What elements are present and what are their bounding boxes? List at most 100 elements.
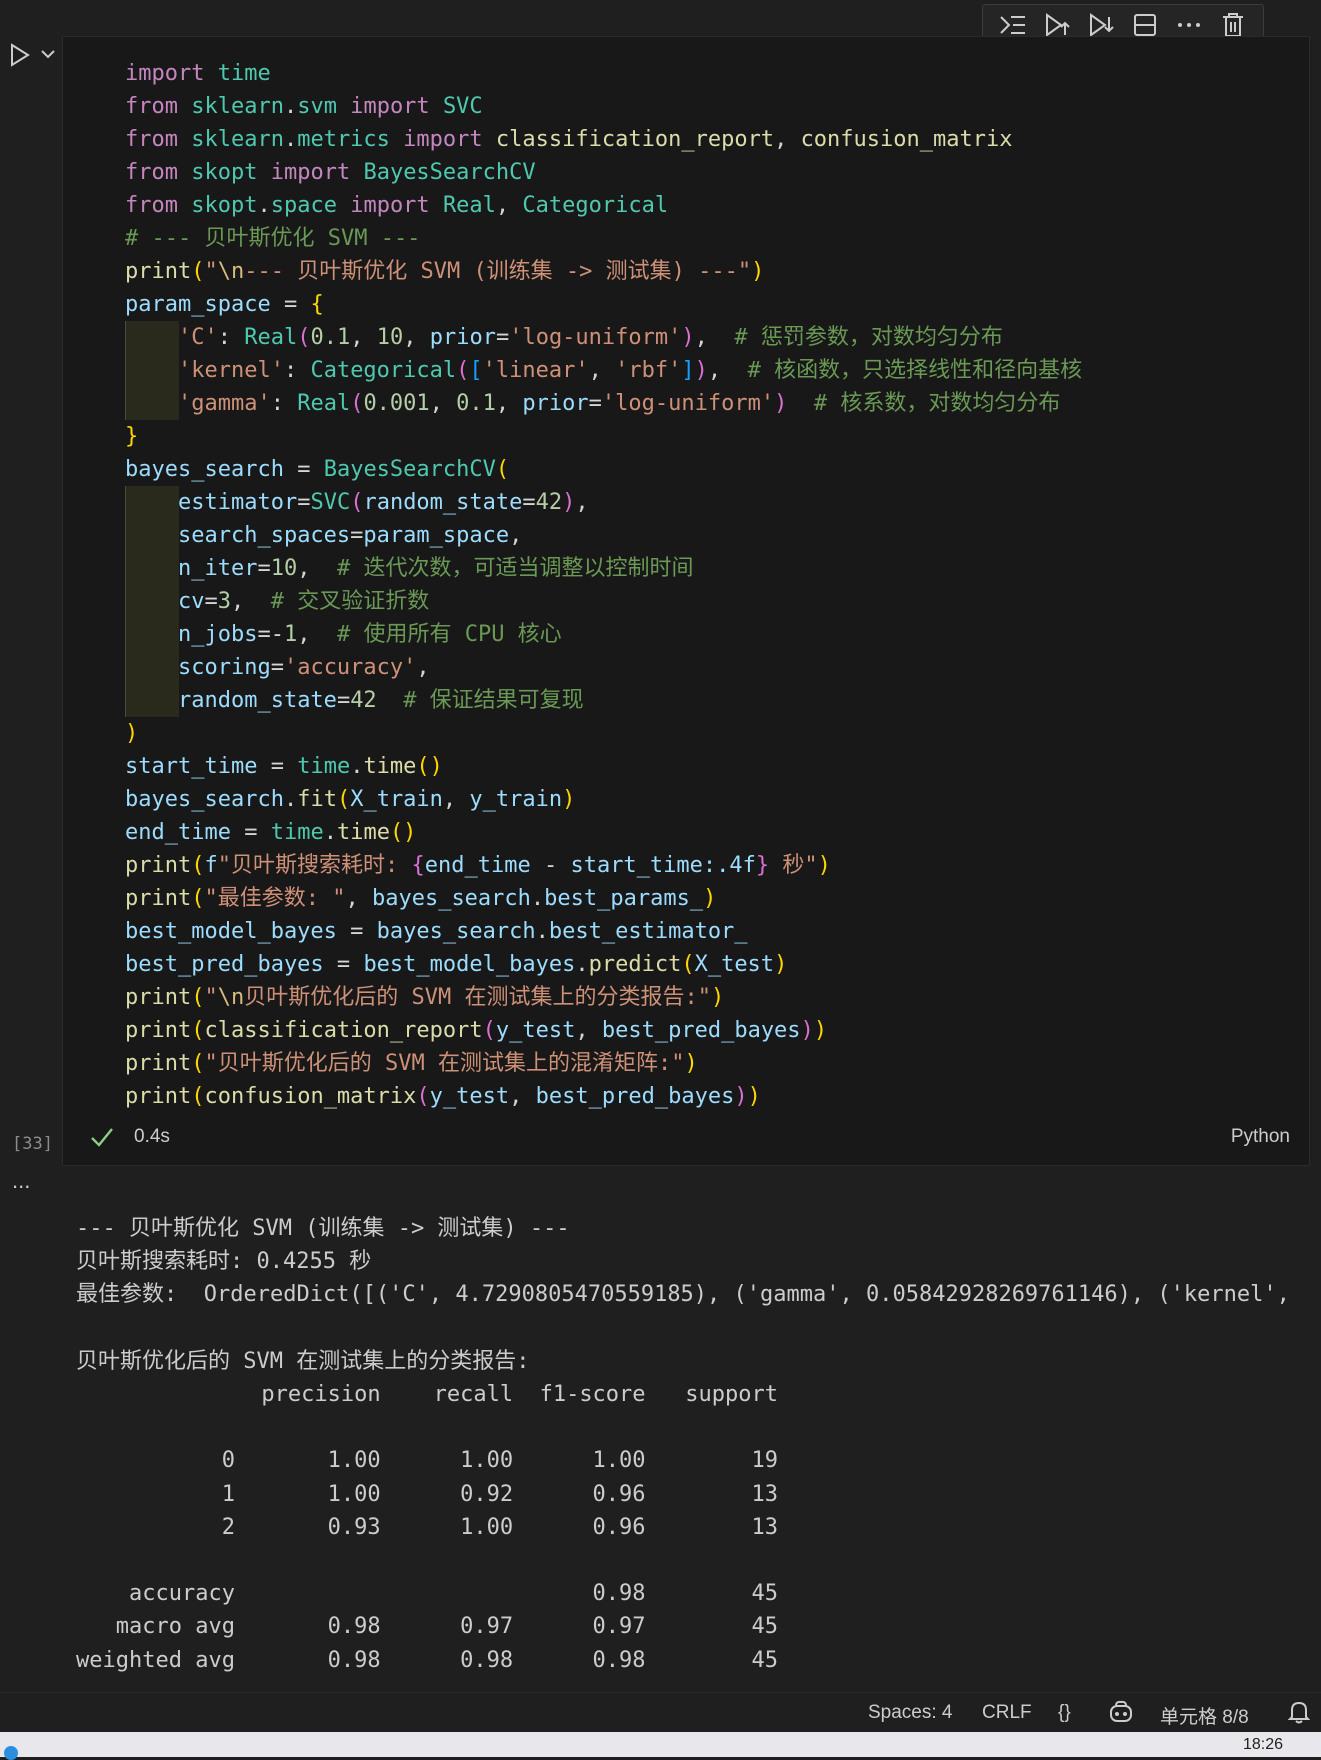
code-token: # --- 贝叶斯优化 SVM ---	[125, 226, 421, 251]
cell-status-row: 0.4s Python	[62, 1114, 1310, 1158]
code-line[interactable]: estimator=SVC(random_state=42),	[125, 486, 589, 519]
code-token: print	[125, 1018, 192, 1043]
code-token: 贝叶斯优化后的 SVM 在测试集上的分类报告:"	[244, 985, 711, 1010]
kernel-language-button[interactable]: Python	[1231, 1126, 1290, 1148]
code-line[interactable]: print("\n贝叶斯优化后的 SVM 在测试集上的分类报告:")	[125, 981, 724, 1014]
code-line[interactable]: end_time = time.time()	[125, 816, 416, 849]
output-line: 贝叶斯优化后的 SVM 在测试集上的分类报告:	[76, 1349, 530, 1374]
code-token: ,	[350, 325, 377, 350]
code-token: ,	[509, 523, 523, 548]
line-ending-status[interactable]: CRLF	[982, 1702, 1032, 1724]
code-line[interactable]: from sklearn.metrics import classificati…	[125, 123, 1012, 156]
code-token: (	[297, 325, 311, 350]
code-token: =	[297, 490, 311, 515]
code-line[interactable]: from sklearn.svm import SVC	[125, 90, 483, 123]
code-token: =	[336, 919, 377, 944]
code-token: )	[684, 1051, 698, 1076]
code-line[interactable]: bayes_search = BayesSearchCV(	[125, 453, 509, 486]
os-taskbar: 18:26	[0, 1732, 1321, 1760]
execute-above-icon	[1046, 13, 1070, 37]
code-line[interactable]: random_state=42 # 保证结果可复现	[125, 684, 584, 717]
code-token: time	[363, 754, 417, 779]
code-token: ,	[575, 1018, 602, 1043]
cell-position-status[interactable]: 单元格 8/8	[1160, 1702, 1249, 1729]
code-token: ,	[345, 886, 372, 911]
code-line[interactable]: best_pred_bayes = best_model_bayes.predi…	[125, 948, 787, 981]
notifications-button[interactable]	[1287, 1700, 1311, 1730]
code-line[interactable]: print("\n--- 贝叶斯优化 SVM (训练集 -> 测试集) ---"…	[125, 255, 764, 288]
code-token: from	[125, 127, 178, 152]
code-token: time	[217, 61, 271, 86]
code-token: 0.001	[363, 391, 430, 416]
code-token: SVC	[310, 490, 351, 515]
start-icon[interactable]	[4, 1746, 18, 1760]
code-line[interactable]: print("最佳参数: ", bayes_search.best_params…	[125, 882, 716, 915]
code-line[interactable]: scoring='accuracy',	[125, 651, 430, 684]
code-token: 0.1	[456, 391, 496, 416]
code-line[interactable]: start_time = time.time()	[125, 750, 443, 783]
output-menu-button[interactable]: ...	[12, 1170, 42, 1196]
code-line[interactable]: bayes_search.fit(X_train, y_train)	[125, 783, 575, 816]
code-token: from	[125, 94, 178, 119]
code-token: (	[681, 952, 695, 977]
code-cell[interactable]: import time from sklearn.svm import SVC fr…	[62, 36, 1310, 1166]
code-line[interactable]: 'kernel': Categorical(['linear', 'rbf'])…	[125, 354, 1082, 387]
code-line[interactable]: print("贝叶斯优化后的 SVM 在测试集上的混淆矩阵:")	[125, 1047, 698, 1080]
code-token: ,	[774, 127, 801, 152]
code-line[interactable]: 'C': Real(0.1, 10, prior='log-uniform'),…	[125, 321, 1003, 354]
indentation-status[interactable]: Spaces: 4	[868, 1702, 953, 1724]
code-line[interactable]: from skopt import BayesSearchCV	[125, 156, 536, 189]
code-token: from	[125, 160, 178, 185]
output-line: --- 贝叶斯优化 SVM (训练集 -> 测试集) ---	[76, 1216, 570, 1241]
code-token: (	[336, 787, 351, 812]
code-token: 42	[535, 490, 563, 515]
code-line[interactable]: best_model_bayes = bayes_search.best_est…	[125, 915, 748, 948]
code-token: svm	[297, 94, 337, 119]
code-token: prior	[522, 391, 589, 416]
code-token: best_estimator_	[548, 919, 748, 944]
code-token: =	[336, 688, 351, 713]
code-line[interactable]: search_spaces=param_space,	[125, 519, 522, 552]
copilot-icon	[1110, 1700, 1132, 1722]
code-line[interactable]: 'gamma': Real(0.001, 0.1, prior='log-uni…	[125, 387, 1060, 420]
code-token: )	[562, 787, 576, 812]
code-token: Categorical	[310, 358, 457, 383]
code-line[interactable]: from skopt.space import Real, Categorica…	[125, 189, 668, 222]
language-status-braces[interactable]: {}	[1058, 1702, 1071, 1724]
code-token: )	[774, 952, 788, 977]
code-line[interactable]: print(confusion_matrix(y_test, best_pred…	[125, 1080, 761, 1113]
code-token: .	[283, 127, 298, 152]
code-line[interactable]: n_iter=10, # 迭代次数，可适当调整以控制时间	[125, 552, 693, 585]
output-line: 0 1.00 1.00 1.00 19	[76, 1448, 778, 1473]
code-token: =	[204, 589, 218, 614]
copilot-button[interactable]	[1108, 1700, 1134, 1730]
code-token: (	[191, 1051, 205, 1076]
code-token: f	[204, 853, 218, 878]
code-token: 'gamma'	[177, 391, 271, 416]
code-token: time	[297, 754, 351, 779]
code-line[interactable]: cv=3, # 交叉验证折数	[125, 585, 429, 618]
code-line[interactable]: }	[125, 420, 138, 453]
code-line[interactable]: n_jobs=-1, # 使用所有 CPU 核心	[125, 618, 562, 651]
code-line[interactable]: import time	[125, 57, 271, 90]
run-options-chevron[interactable]	[38, 44, 58, 64]
output-line: 2 0.93 1.00 0.96 13	[76, 1515, 778, 1540]
code-line[interactable]: print(f"贝叶斯搜索耗时: {end_time - start_time:…	[125, 849, 831, 882]
code-line[interactable]: # --- 贝叶斯优化 SVM ---	[125, 222, 420, 255]
execution-time: 0.4s	[134, 1126, 170, 1147]
code-token: :	[217, 325, 245, 350]
code-line[interactable]: )	[125, 717, 138, 750]
run-cell-button[interactable]	[8, 40, 34, 70]
code-token: 1	[283, 622, 298, 647]
code-line[interactable]: print(classification_report(y_test, best…	[125, 1014, 827, 1047]
code-line[interactable]: param_space = {	[125, 288, 324, 321]
